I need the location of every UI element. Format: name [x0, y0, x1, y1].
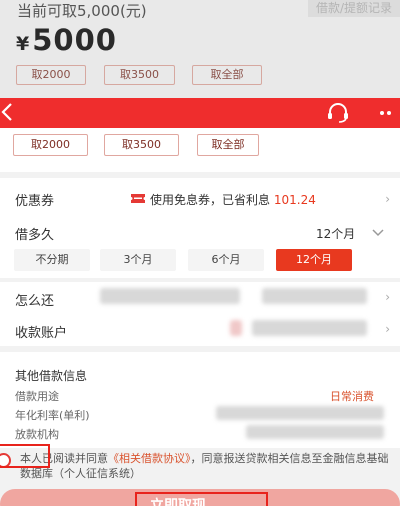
coupon-label: 优惠券: [15, 194, 55, 209]
background-amount: ¥5000: [16, 23, 117, 57]
term-selected[interactable]: 12个月: [316, 225, 355, 242]
rate-value-blurred: [216, 406, 384, 420]
loan-records-tag: 借款/提额记录: [307, 0, 400, 17]
term-option-none[interactable]: 不分期: [14, 249, 90, 271]
coupon-arrow-icon: ›: [385, 192, 390, 206]
lender-label: 放款机构: [15, 428, 59, 441]
currency-symbol: ¥: [16, 33, 31, 55]
bg-chip-2000: 取2000: [16, 65, 86, 85]
purpose-label: 借款用途: [15, 390, 59, 403]
term-option-3[interactable]: 3个月: [100, 249, 176, 271]
back-arrow-icon[interactable]: [0, 101, 16, 123]
customer-service-icon[interactable]: [326, 103, 350, 123]
other-info-title: 其他借款信息: [15, 369, 88, 383]
repay-detail-blurred: [262, 288, 367, 304]
bank-logo-blurred: [230, 320, 242, 336]
checkbox-highlight-box: [0, 444, 50, 468]
chip-3500[interactable]: 取3500: [104, 134, 179, 156]
account-label: 收款账户: [15, 326, 68, 341]
chevron-down-icon[interactable]: [372, 229, 384, 237]
coupon-saved: 101.24: [273, 193, 316, 207]
bg-chip-all: 取全部: [192, 65, 262, 85]
rate-label: 年化利率(单利): [15, 409, 90, 422]
top-bar: [0, 98, 400, 128]
chip-all[interactable]: 取全部: [197, 134, 259, 156]
agreement-link[interactable]: 《相关借款协议》: [108, 452, 191, 465]
term-option-12[interactable]: 12个月: [276, 249, 352, 271]
lender-value-blurred: [246, 425, 384, 439]
purpose-value: 日常消费: [330, 390, 374, 403]
repay-arrow-icon[interactable]: ›: [385, 290, 390, 304]
more-icon[interactable]: [374, 102, 400, 124]
account-arrow-icon[interactable]: ›: [385, 322, 390, 336]
coupon-value[interactable]: 使用免息券，已省利息 101.24: [150, 191, 316, 208]
term-label: 借多久: [15, 228, 55, 243]
agreement-text: 本人已阅读并同意《相关借款协议》，同意报送贷款相关信息至金融信息基础数据库（个人…: [20, 451, 392, 481]
coupon-text: 使用免息券，已省利息: [150, 193, 271, 207]
chip-2000[interactable]: 取2000: [13, 134, 88, 156]
bg-chip-3500: 取3500: [104, 65, 175, 85]
account-value-blurred: [252, 320, 367, 336]
amount-value: 5000: [32, 23, 117, 57]
submit-highlight-box: [135, 492, 268, 506]
available-amount-text: 当前可取5,000(元): [17, 2, 147, 20]
term-option-6[interactable]: 6个月: [188, 249, 264, 271]
repay-value-blurred: [100, 288, 240, 304]
ticket-icon: [131, 194, 145, 203]
repay-label: 怎么还: [15, 294, 55, 309]
